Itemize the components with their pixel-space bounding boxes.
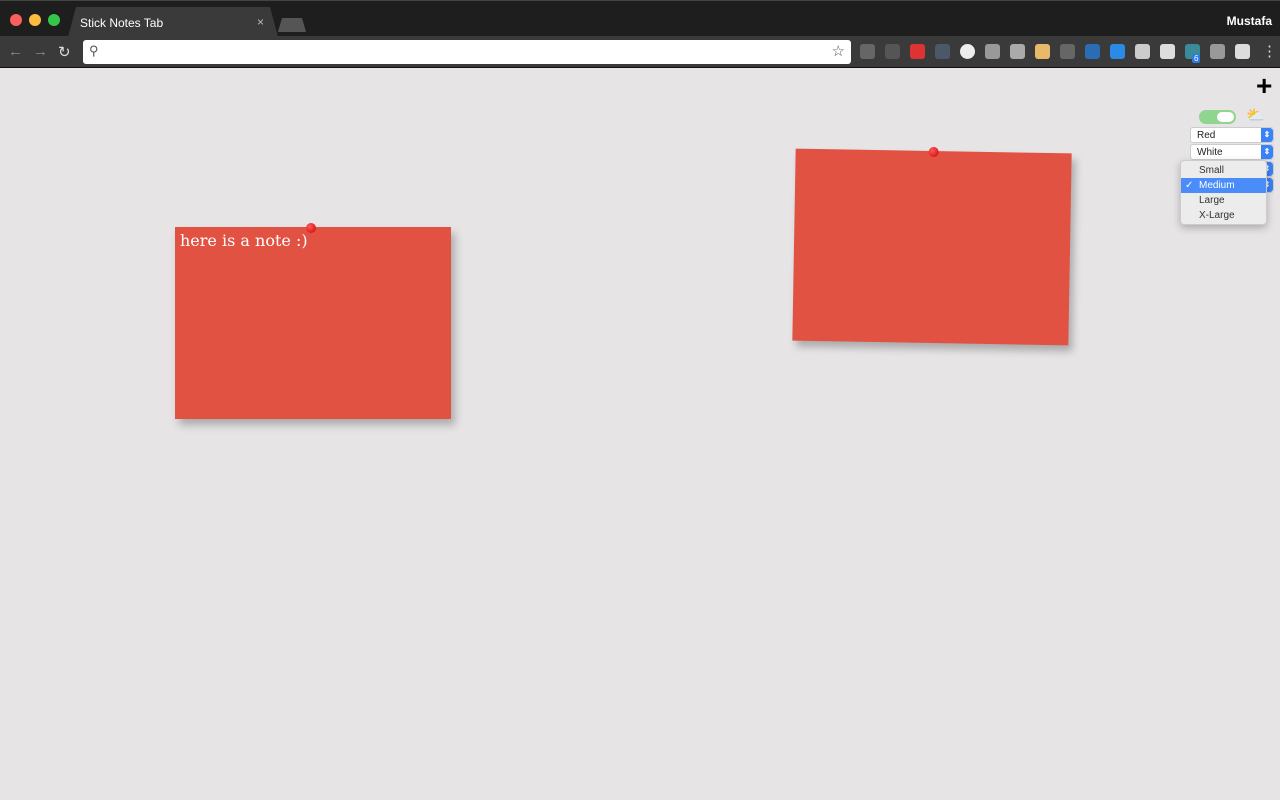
note-color-select[interactable]: Red ⇕: [1190, 127, 1274, 143]
minimize-window-button[interactable]: [29, 14, 41, 26]
new-tab-button[interactable]: [278, 18, 306, 32]
checkmark-icon: ✓: [1185, 180, 1194, 191]
forward-icon[interactable]: →: [33, 43, 48, 60]
size-option-x-large[interactable]: X-Large: [1181, 208, 1266, 223]
tab-title: Stick Notes Tab: [80, 16, 164, 30]
select-arrows-icon: ⇕: [1261, 145, 1273, 159]
target-icon[interactable]: [985, 44, 1000, 59]
reload-icon[interactable]: ↻: [58, 43, 71, 61]
close-window-button[interactable]: [10, 14, 22, 26]
menu-icon[interactable]: ⋮: [1262, 42, 1277, 60]
size-option-small[interactable]: Small: [1181, 163, 1266, 178]
tab-close-icon[interactable]: ×: [257, 15, 264, 29]
search-icon: ⚲: [89, 43, 99, 58]
note-text[interactable]: here is a note :): [180, 231, 308, 250]
sticky-icon[interactable]: [1035, 44, 1050, 59]
sticky-note[interactable]: here is a note :): [175, 223, 451, 419]
text-color-select[interactable]: White ⇕: [1190, 144, 1274, 160]
note-icon[interactable]: [1235, 44, 1250, 59]
code-icon[interactable]: [1085, 44, 1100, 59]
browser-tab[interactable]: Stick Notes Tab ×: [68, 7, 278, 37]
address-bar[interactable]: ⚲ ☆: [83, 40, 851, 64]
title-bar: Stick Notes Tab × Mustafa: [0, 0, 1280, 36]
blue-x-icon[interactable]: [1110, 44, 1125, 59]
maximize-window-button[interactable]: [48, 14, 60, 26]
image-icon[interactable]: [1160, 44, 1175, 59]
size-option-medium[interactable]: ✓ Medium: [1181, 178, 1266, 193]
add-note-button[interactable]: +: [1256, 72, 1272, 100]
sticky-note[interactable]: [792, 146, 1072, 346]
dots-icon[interactable]: [935, 44, 950, 59]
back-icon[interactable]: ←: [8, 43, 23, 60]
size-dropdown-menu: Small ✓ Medium Large X-Large: [1180, 160, 1267, 225]
bookmark-star-icon[interactable]: ☆: [832, 42, 845, 60]
circle-icon[interactable]: [960, 44, 975, 59]
select-arrows-icon: ⇕: [1261, 128, 1273, 142]
vue-icon[interactable]: [1210, 44, 1225, 59]
theme-toggle[interactable]: [1199, 110, 1236, 124]
video-icon[interactable]: [1135, 44, 1150, 59]
cast-icon[interactable]: [885, 44, 900, 59]
profile-name[interactable]: Mustafa: [1227, 14, 1272, 28]
react-icon[interactable]: [1010, 44, 1025, 59]
red-play-icon[interactable]: [910, 44, 925, 59]
browser-toolbar: ← → ↻ ⚲ ☆ 6 ⋮: [0, 36, 1280, 68]
ublock-icon[interactable]: [860, 44, 875, 59]
weather-icon: ⛅: [1246, 107, 1265, 124]
extension-badge: 6: [1192, 54, 1201, 63]
chess-icon[interactable]: [1060, 44, 1075, 59]
pin-icon: [928, 146, 939, 158]
size-option-large[interactable]: Large: [1181, 193, 1266, 208]
